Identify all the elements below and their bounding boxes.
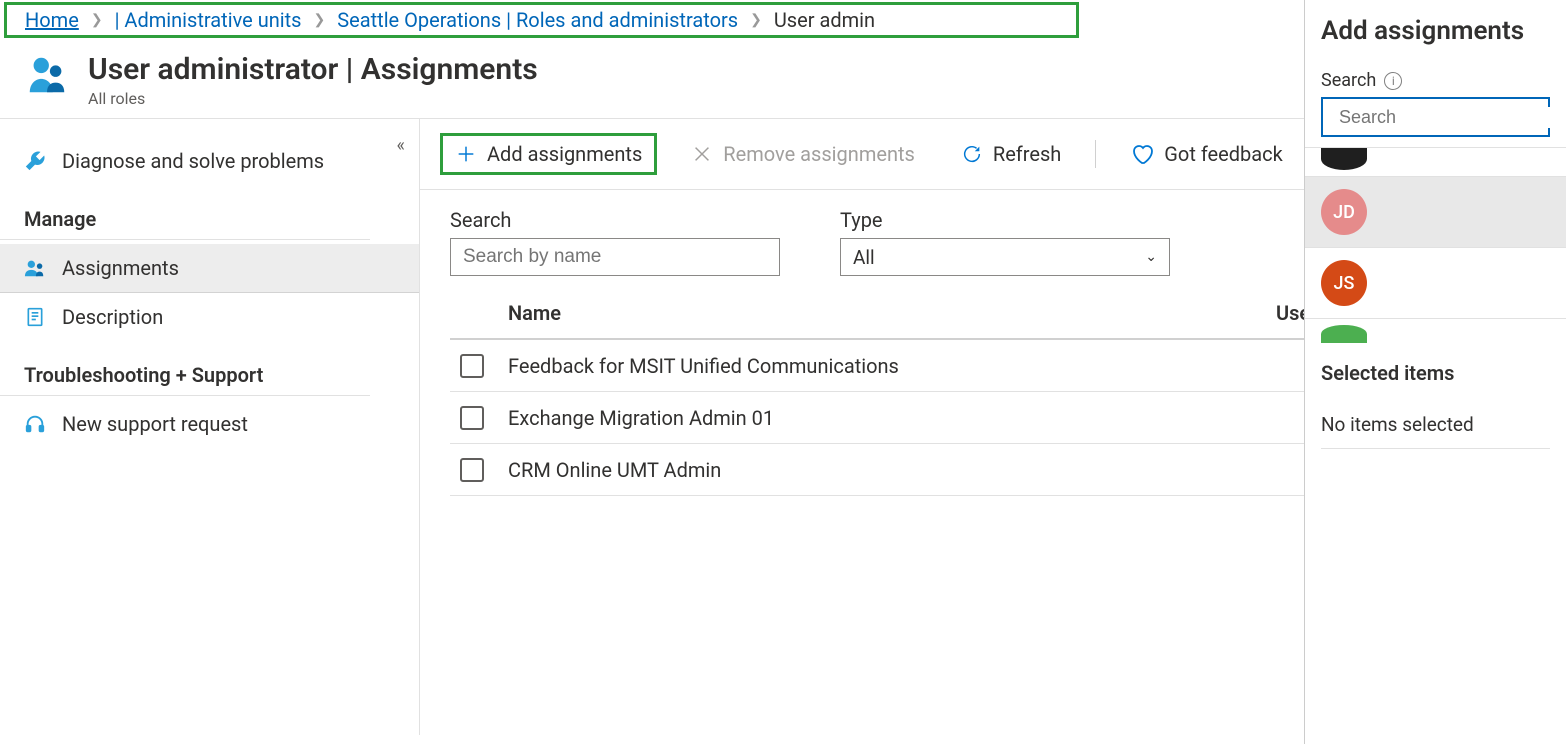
row-name: Exchange Migration Admin 01 <box>508 406 1276 430</box>
heart-icon <box>1130 142 1154 166</box>
row-name: Feedback for MSIT Unified Communications <box>508 354 1276 378</box>
page-subtitle: All roles <box>88 89 538 108</box>
x-icon <box>691 143 713 165</box>
left-nav: « Diagnose and solve problems Manage Ass… <box>0 119 420 735</box>
filter-search-input[interactable] <box>450 238 780 276</box>
breadcrumb-home[interactable]: Home <box>25 8 79 32</box>
col-name: Name <box>508 301 1276 325</box>
nav-support-request[interactable]: New support request <box>0 400 419 448</box>
remove-assignments-button[interactable]: Remove assignments <box>679 136 927 172</box>
nav-diagnose-label: Diagnose and solve problems <box>62 149 324 173</box>
list-item[interactable] <box>1305 148 1566 177</box>
row-name: CRM Online UMT Admin <box>508 458 1276 482</box>
filter-type-value: All <box>853 246 875 269</box>
row-checkbox[interactable] <box>460 354 484 378</box>
row-checkbox[interactable] <box>460 458 484 482</box>
add-assignments-button[interactable]: Add assignments <box>440 133 657 175</box>
nav-section-troubleshoot: Troubleshooting + Support <box>0 341 370 396</box>
filter-type-select[interactable]: All ⌄ <box>840 238 1170 276</box>
flyout-selected-title: Selected items <box>1321 361 1550 385</box>
chevron-right-icon: ❯ <box>750 12 762 28</box>
row-checkbox[interactable] <box>460 406 484 430</box>
flyout-selected-empty: No items selected <box>1321 413 1550 449</box>
filter-type-label: Type <box>840 208 1170 232</box>
document-icon <box>24 306 46 328</box>
nav-diagnose[interactable]: Diagnose and solve problems <box>0 137 419 185</box>
nav-section-manage: Manage <box>0 185 370 240</box>
nav-description[interactable]: Description <box>0 293 419 341</box>
nav-description-label: Description <box>62 305 163 329</box>
feedback-label: Got feedback <box>1164 142 1282 166</box>
filter-search-label: Search <box>450 208 780 232</box>
page-title: User administrator | Assignments <box>88 52 538 87</box>
flyout-title: Add assignments <box>1305 10 1566 64</box>
refresh-icon <box>961 143 983 165</box>
headset-icon <box>24 413 46 435</box>
flyout-selected-section: Selected items No items selected <box>1305 343 1566 457</box>
remove-assignments-label: Remove assignments <box>723 142 915 166</box>
plus-icon <box>455 143 477 165</box>
nav-assignments-label: Assignments <box>62 256 179 280</box>
add-assignments-label: Add assignments <box>487 142 642 166</box>
chevron-right-icon: ❯ <box>91 12 103 28</box>
flyout-search-label: Search i <box>1321 70 1550 91</box>
add-assignments-flyout: Add assignments Search i JD JS Selected … <box>1304 0 1566 744</box>
chevron-down-icon: ⌄ <box>1145 249 1157 265</box>
collapse-nav-icon[interactable]: « <box>397 135 405 156</box>
feedback-button[interactable]: Got feedback <box>1118 136 1294 172</box>
chevron-right-icon: ❯ <box>314 12 326 28</box>
avatar: JS <box>1321 260 1367 306</box>
refresh-button[interactable]: Refresh <box>949 136 1073 172</box>
wrench-icon <box>24 150 46 172</box>
info-icon[interactable]: i <box>1384 72 1402 90</box>
nav-assignments[interactable]: Assignments <box>0 244 419 293</box>
breadcrumb-seattle-ops[interactable]: Seattle Operations | Roles and administr… <box>337 8 738 32</box>
list-item[interactable] <box>1305 319 1566 343</box>
avatar <box>1321 148 1367 170</box>
avatar: JD <box>1321 189 1367 235</box>
toolbar-divider <box>1095 140 1096 168</box>
breadcrumb-current: User admin <box>774 8 875 32</box>
avatar <box>1321 325 1367 343</box>
list-item[interactable]: JD <box>1305 177 1566 248</box>
refresh-label: Refresh <box>993 142 1061 166</box>
breadcrumb-admin-units[interactable]: | Administrative units <box>115 8 302 32</box>
flyout-user-list: JD JS <box>1305 147 1566 343</box>
people-icon <box>24 257 46 279</box>
nav-support-label: New support request <box>62 412 248 436</box>
list-item[interactable]: JS <box>1305 248 1566 319</box>
flyout-search-box[interactable] <box>1321 97 1550 137</box>
breadcrumb: Home ❯ | Administrative units ❯ Seattle … <box>4 2 1079 38</box>
flyout-search-input[interactable] <box>1339 107 1566 128</box>
role-icon <box>24 52 70 102</box>
